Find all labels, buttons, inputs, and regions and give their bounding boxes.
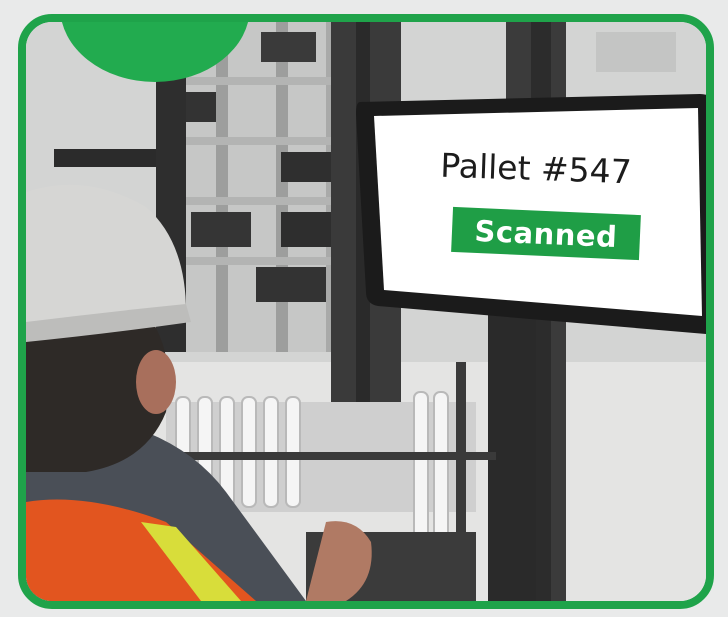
illustration-frame: Pallet #547 Scanned [18, 14, 714, 609]
scanner-monitor: Pallet #547 Scanned [356, 94, 706, 339]
pallet-label: Pallet #547 [439, 145, 633, 192]
status-badge: Scanned [451, 206, 641, 261]
